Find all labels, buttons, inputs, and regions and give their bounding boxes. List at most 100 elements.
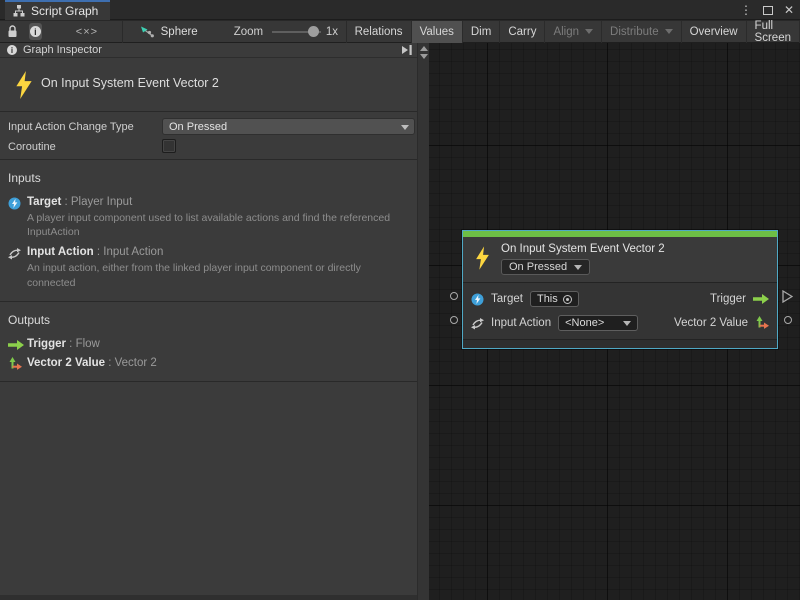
input-action-dropdown[interactable]: <None> [558, 315, 638, 331]
list-item: Vector 2 Value : Vector 2 [0, 354, 417, 373]
lock-icon[interactable] [7, 25, 18, 38]
close-icon[interactable]: ✕ [784, 0, 794, 20]
scroll-down-icon[interactable] [420, 54, 428, 59]
chevron-down-icon [574, 265, 582, 270]
pin-label-trigger: Trigger [710, 293, 746, 305]
dock-icon[interactable] [401, 45, 413, 55]
toolbar-button-fullscreen[interactable]: Full Screen [747, 21, 800, 43]
port-type: Input Action [103, 246, 163, 258]
section-divider [0, 294, 417, 302]
tab-bar: Script Graph ⋮ ✕ [0, 0, 800, 20]
info-icon [30, 26, 41, 37]
unit-title: On Input System Event Vector 2 [41, 76, 219, 90]
port-description: A player input component used to list av… [27, 211, 407, 239]
port-separator: : [66, 338, 76, 350]
lightning-icon [13, 71, 35, 99]
node-body: Target This Trigger [463, 283, 777, 339]
tab-script-graph[interactable]: Script Graph [5, 0, 110, 20]
port-description: An input action, either from the linked … [27, 261, 407, 289]
section-divider [0, 373, 417, 382]
coroutine-label: Coroutine [8, 141, 56, 153]
graph-toolbar: <×> Sphere Zoom 1x Relations Values Dim … [0, 21, 800, 43]
panel-bottom-edge [0, 595, 417, 600]
event-node[interactable]: On Input System Event Vector 2 On Presse… [462, 230, 778, 349]
port-circle-vector2-value[interactable] [784, 316, 792, 324]
flow-arrow-icon [8, 340, 24, 350]
list-item: Trigger : Flow [0, 335, 417, 354]
input-action-icon [471, 317, 484, 330]
list-item: Input Action : Input Action An input act… [0, 243, 417, 293]
list-item: Target : Player Input A player input com… [0, 193, 417, 243]
unit-settings: Input Action Change Type On Pressed Coro… [0, 112, 417, 160]
port-type: Player Input [71, 196, 132, 208]
zoom-value: 1x [326, 26, 338, 38]
vector2-icon [755, 316, 769, 330]
chevron-down-icon [665, 29, 673, 34]
node-change-type-value: On Pressed [509, 261, 567, 273]
port-name: Trigger [27, 338, 66, 350]
zoom-slider[interactable] [272, 25, 321, 39]
code-icon[interactable]: <×> [76, 26, 98, 38]
chevron-down-icon [401, 125, 409, 130]
coroutine-checkbox[interactable] [162, 139, 176, 153]
toolbar-button-overview[interactable]: Overview [682, 21, 747, 43]
scroll-up-icon[interactable] [420, 46, 428, 51]
maximize-icon[interactable] [763, 6, 773, 15]
port-type: Vector 2 [115, 357, 157, 369]
change-type-value: On Pressed [169, 121, 227, 133]
lightning-icon [474, 246, 491, 270]
pin-label-vector2-value: Vector 2 Value [674, 317, 748, 329]
port-type: Flow [76, 338, 100, 350]
unit-title-block: On Input System Event Vector 2 [0, 58, 417, 112]
inspector-scrollbar[interactable] [417, 43, 429, 600]
menu-icon[interactable]: ⋮ [740, 0, 752, 20]
node-title: On Input System Event Vector 2 [501, 243, 769, 255]
node-footer [463, 339, 777, 348]
toolbar-button-distribute-label: Distribute [610, 26, 659, 38]
player-input-icon [471, 293, 484, 306]
toolbar-button-distribute[interactable]: Distribute [602, 21, 682, 43]
window-controls: ⋮ ✕ [740, 0, 794, 20]
target-object-value: This [537, 293, 558, 305]
node-change-type-dropdown[interactable]: On Pressed [501, 259, 590, 275]
input-action-icon [8, 247, 21, 260]
port-name: Vector 2 Value [27, 357, 105, 369]
toolbar-separator [122, 21, 123, 43]
info-icon [7, 45, 17, 55]
outputs-section: Outputs Trigger : Flow Vector 2 Value : … [0, 302, 417, 382]
inputs-header: Inputs [0, 160, 417, 193]
node-header[interactable]: On Input System Event Vector 2 On Presse… [463, 237, 777, 283]
flow-arrow-icon [753, 294, 769, 304]
script-graph-icon [140, 26, 154, 38]
pin-row-input-action: Input Action <None> Vector 2 Value [471, 311, 769, 335]
player-input-icon [8, 197, 21, 210]
toolbar-button-carry[interactable]: Carry [500, 21, 545, 43]
graph-inspector-title: Graph Inspector [23, 44, 395, 56]
vector2-icon [8, 357, 22, 371]
graph-canvas[interactable]: On Input System Event Vector 2 On Presse… [429, 43, 800, 600]
inspector-toggle-button[interactable] [29, 23, 42, 40]
graph-inspector-panel: Graph Inspector On Input System Event Ve… [0, 43, 417, 600]
zoom-slider-thumb[interactable] [308, 26, 319, 37]
toolbar-button-relations[interactable]: Relations [347, 21, 412, 43]
port-circle-target[interactable] [450, 292, 458, 300]
port-triangle-trigger[interactable] [782, 290, 793, 303]
toolbar-button-values[interactable]: Values [412, 21, 463, 43]
toolbar-button-dim[interactable]: Dim [463, 21, 500, 43]
outputs-header: Outputs [0, 302, 417, 335]
port-name: Input Action [27, 246, 94, 258]
target-object-field[interactable]: This [530, 291, 579, 307]
tab-label: Script Graph [31, 4, 98, 18]
inputs-section: Inputs Target : Player Input A player in… [0, 160, 417, 302]
hierarchy-icon [13, 5, 25, 17]
port-circle-input-action[interactable] [450, 316, 458, 324]
object-picker-icon[interactable] [563, 295, 572, 304]
input-action-value: <None> [565, 317, 604, 329]
chevron-down-icon [623, 321, 631, 326]
graph-owner-breadcrumb[interactable]: Sphere [161, 26, 198, 38]
port-separator: : [61, 196, 71, 208]
pin-row-target: Target This Trigger [471, 287, 769, 311]
zoom-label: Zoom [234, 26, 263, 38]
toolbar-button-align[interactable]: Align [545, 21, 602, 43]
change-type-dropdown[interactable]: On Pressed [162, 118, 415, 135]
